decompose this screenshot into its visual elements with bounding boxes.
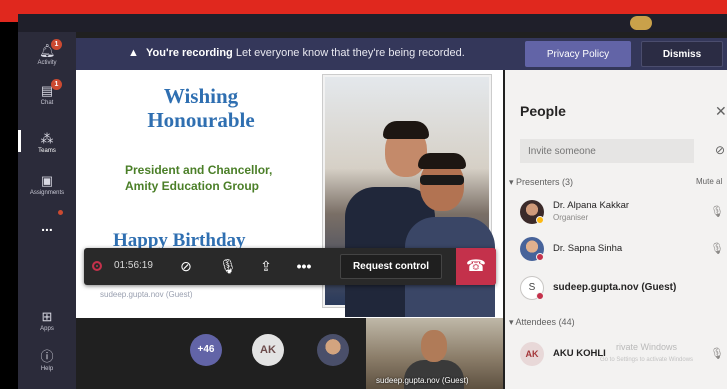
profile-avatar[interactable] [630, 16, 652, 30]
slide-subtitle-line2: Amity Education Group [125, 179, 260, 193]
participant-video-tile[interactable]: sudeep.gupta.nov (Guest) [366, 318, 503, 389]
rail-label: Apps [40, 326, 54, 332]
sunglasses [420, 175, 464, 185]
slide-subtitle: President and Chancellor, Amity Educatio… [125, 162, 295, 194]
warning-icon: ▲ [128, 47, 139, 59]
title-strip [18, 14, 727, 32]
rail-item-apps[interactable]: ⊞ Apps [18, 309, 76, 333]
dismiss-button[interactable]: Dismiss [641, 41, 723, 67]
request-control-button[interactable]: Request control [340, 254, 442, 279]
privacy-policy-button[interactable]: Privacy Policy [525, 41, 631, 67]
slide-title-line2: Honourable [147, 108, 255, 132]
close-icon[interactable]: ✕ [715, 103, 727, 120]
slide-title-line1: Wishing [163, 84, 239, 108]
video-participant-name: sudeep.gupta.nov (Guest) [376, 376, 469, 385]
rail-item-chat[interactable]: ▤ 1 Chat [18, 79, 76, 106]
person-face [421, 330, 447, 362]
rail-item-teams[interactable]: ⁂ Teams [18, 130, 76, 154]
attendees-section[interactable]: ▾ Attendees (44) [509, 317, 575, 328]
more-actions-icon[interactable]: ••• [294, 257, 314, 275]
rail-item-more[interactable]: ... [18, 218, 76, 234]
recording-icon [92, 261, 102, 271]
list-item[interactable]: Dr. Alpana Kakkar Organiser 🎙︎ [520, 198, 727, 226]
mic-off-icon[interactable]: 🎙︎ [710, 205, 724, 218]
rail-item-help[interactable]: ⓘ Help [18, 349, 76, 373]
recording-message: You're recording Let everyone know that … [146, 47, 465, 59]
app-rail: 🔔︎ 1 Activity ▤ 1 Chat ⁂ Teams ▣ Assignm… [18, 32, 76, 389]
activation-watermark: rivate Windows [616, 342, 678, 352]
chat-badge: 1 [51, 79, 62, 90]
help-icon: ⓘ [40, 349, 54, 364]
participant-avatar-ak[interactable]: AK [252, 334, 284, 366]
person-hair [383, 121, 429, 139]
activation-watermark-sub: Go to Settings to activate Windows [600, 357, 694, 363]
rail-item-activity[interactable]: 🔔︎ 1 Activity [18, 39, 76, 66]
mic-off-icon[interactable]: 🎙︎ [710, 242, 724, 255]
call-timer: 01:56:19 [114, 260, 153, 271]
link-icon[interactable]: ⊘ [715, 143, 725, 157]
people-title: People [520, 103, 566, 119]
invite-input[interactable] [520, 139, 694, 163]
hang-up-button[interactable]: ☎ [456, 248, 496, 285]
overflow-participants[interactable]: +46 [190, 334, 222, 366]
presenters-section[interactable]: ▾ Presenters (3) [509, 177, 573, 188]
rail-label: Teams [38, 148, 56, 154]
participant-name: sudeep.gupta.nov (Guest) [553, 282, 677, 293]
list-item[interactable]: S sudeep.gupta.nov (Guest) [520, 274, 727, 302]
recording-banner: ▲ You're recording Let everyone know tha… [76, 38, 727, 70]
presenter-name-label: sudeep.gupta.nov (Guest) [100, 290, 193, 299]
status-badge [536, 253, 544, 261]
people-panel: People ✕ ⊘ ▾ Presenters (3) Mute al Dr. … [505, 70, 727, 389]
rail-label: Help [40, 366, 54, 372]
participant-role: Organiser [553, 213, 589, 222]
phone-hangup-icon: ☎ [466, 258, 486, 275]
rail-item-assignments[interactable]: ▣ Assignments [18, 173, 76, 197]
status-badge [536, 216, 544, 224]
rail-label: Activity [37, 60, 57, 66]
rail-label: Chat [40, 100, 54, 106]
teams-icon: ⁂ [40, 131, 54, 146]
slide-title: Wishing Honourable [126, 84, 276, 132]
rail-label: Assignments [29, 190, 65, 196]
recording-text: Let everyone know that they're being rec… [235, 47, 465, 59]
more-icon: ... [41, 218, 53, 234]
slide-subtitle-line1: President and Chancellor, [125, 163, 273, 177]
participant-name: Dr. Alpana Kakkar [553, 200, 630, 211]
share-screen-icon[interactable]: ⇪ [256, 257, 276, 275]
list-item[interactable]: Dr. Sapna Sinha 🎙︎ [520, 235, 727, 263]
call-controls: 01:56:19 ⊘ 🎙︎ ⇪ ••• Request control ☎ [84, 248, 496, 285]
attendees-label: Attendees (44) [515, 317, 575, 327]
chevron-down-icon: ▾ [509, 177, 517, 187]
status-badge [536, 292, 544, 300]
participant-name: Dr. Sapna Sinha [553, 243, 623, 254]
assignments-icon: ▣ [40, 173, 54, 188]
mic-off-icon[interactable]: 🎙︎ [218, 257, 238, 275]
person-hair [418, 153, 466, 169]
participant-avatar-photo[interactable] [317, 334, 349, 366]
more-dot [58, 210, 63, 215]
mute-all-link[interactable]: Mute al [696, 177, 722, 186]
camera-off-icon[interactable]: ⊘ [176, 257, 196, 275]
list-item[interactable]: AK AKU KOHLI rivate Windows Go to Settin… [520, 340, 727, 368]
apps-icon: ⊞ [41, 309, 53, 324]
recording-title: You're recording [146, 47, 233, 59]
activity-badge: 1 [51, 39, 62, 50]
avatar: AK [520, 342, 544, 366]
presenters-label: Presenters (3) [516, 177, 574, 187]
participant-name: AKU KOHLI [553, 348, 606, 359]
mic-off-icon[interactable]: 🎙︎ [710, 347, 724, 360]
